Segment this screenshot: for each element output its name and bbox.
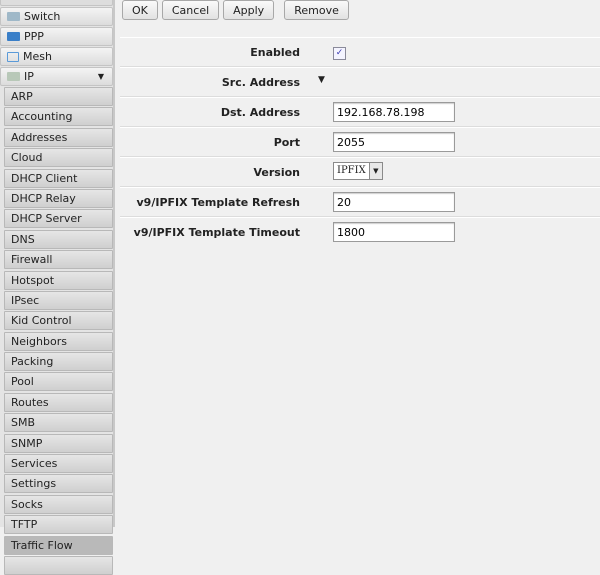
dropdown-arrow-icon[interactable]: ▼ bbox=[368, 163, 382, 179]
mesh-icon bbox=[7, 51, 19, 62]
src-address-row: Src. Address ▼ bbox=[120, 67, 600, 97]
sidebar-subitem-hotspot[interactable]: Hotspot bbox=[4, 270, 113, 290]
template-timeout-input[interactable] bbox=[333, 222, 455, 242]
sidebar-subitem-addresses[interactable]: Addresses bbox=[4, 127, 113, 147]
sidebar-subitem-dhcp-client[interactable]: DHCP Client bbox=[4, 168, 113, 188]
sidebar-subitem-settings[interactable]: Settings bbox=[4, 474, 113, 494]
sidebar-subitem-traffic-flow[interactable]: Traffic Flow bbox=[4, 535, 113, 555]
ip-icon bbox=[7, 72, 20, 81]
sidebar-item-ppp[interactable]: PPP bbox=[0, 27, 113, 46]
cancel-button[interactable]: Cancel bbox=[161, 0, 220, 20]
port-label: Port bbox=[273, 136, 300, 149]
version-value: IPFIX bbox=[337, 165, 366, 176]
sidebar-subitem-services[interactable]: Services bbox=[4, 454, 113, 474]
sidebar-subitem-cloud[interactable]: Cloud bbox=[4, 148, 113, 168]
port-input[interactable] bbox=[333, 132, 455, 152]
sidebar-item-partial[interactable] bbox=[0, 0, 113, 6]
sidebar-subitem-partial[interactable] bbox=[4, 555, 113, 575]
dst-address-label: Dst. Address bbox=[220, 106, 300, 119]
sidebar-item-label: PPP bbox=[24, 30, 44, 43]
sidebar-subitem-firewall[interactable]: Firewall bbox=[4, 250, 113, 270]
sidebar-subitem-dhcp-relay[interactable]: DHCP Relay bbox=[4, 188, 113, 208]
sidebar-subitem-smb[interactable]: SMB bbox=[4, 413, 113, 433]
sidebar-item-label: Switch bbox=[24, 10, 61, 23]
remove-button[interactable]: Remove bbox=[284, 0, 349, 20]
enabled-row: Enabled ✓ bbox=[120, 37, 600, 67]
version-label: Version bbox=[253, 166, 300, 179]
dst-address-row: Dst. Address bbox=[120, 97, 600, 127]
ok-button[interactable]: OK bbox=[122, 0, 158, 20]
sidebar-item-mesh[interactable]: Mesh bbox=[0, 47, 113, 66]
ppp-icon bbox=[7, 32, 20, 41]
src-address-label: Src. Address bbox=[221, 76, 300, 89]
port-row: Port bbox=[120, 127, 600, 157]
sidebar-subitem-dhcp-server[interactable]: DHCP Server bbox=[4, 209, 113, 229]
sidebar-subitem-dns[interactable]: DNS bbox=[4, 229, 113, 249]
sidebar-subitem-packing[interactable]: Packing bbox=[4, 352, 113, 372]
sidebar-subitem-kid-control[interactable]: Kid Control bbox=[4, 311, 113, 331]
version-row: Version IPFIX ▼ bbox=[120, 157, 600, 187]
sidebar-item-switch[interactable]: Switch bbox=[0, 7, 113, 26]
apply-button[interactable]: Apply bbox=[223, 0, 275, 20]
expand-triangle-icon[interactable]: ▼ bbox=[318, 75, 325, 85]
traffic-flow-target-form: Enabled ✓ Src. Address ▼ Dst. Address Po… bbox=[120, 37, 600, 246]
expand-arrow-icon: ▼ bbox=[97, 72, 104, 81]
sidebar-subitem-ipsec[interactable]: IPsec bbox=[4, 290, 113, 310]
dst-address-input[interactable] bbox=[333, 102, 455, 122]
sidebar-item-ip[interactable]: IP ▼ bbox=[0, 67, 113, 86]
template-timeout-label: v9/IPFIX Template Timeout bbox=[133, 226, 300, 239]
sidebar-item-label: IP bbox=[24, 70, 34, 83]
switch-icon bbox=[7, 12, 20, 21]
sidebar-subitem-tftp[interactable]: TFTP bbox=[4, 515, 113, 535]
template-refresh-row: v9/IPFIX Template Refresh bbox=[120, 187, 600, 217]
sidebar: Switch PPP Mesh IP ▼ ARP Accounting Address… bbox=[0, 0, 115, 575]
version-select[interactable]: IPFIX ▼ bbox=[333, 162, 383, 180]
template-timeout-row: v9/IPFIX Template Timeout bbox=[120, 217, 600, 246]
template-refresh-label: v9/IPFIX Template Refresh bbox=[136, 196, 300, 209]
sidebar-subitem-neighbors[interactable]: Neighbors bbox=[4, 331, 113, 351]
toolbar: OK Cancel Apply Remove bbox=[122, 0, 349, 20]
sidebar-subitem-routes[interactable]: Routes bbox=[4, 392, 113, 412]
sidebar-subitem-snmp[interactable]: SNMP bbox=[4, 433, 113, 453]
sidebar-subitem-socks[interactable]: Socks bbox=[4, 494, 113, 514]
template-refresh-input[interactable] bbox=[333, 192, 455, 212]
enabled-label: Enabled bbox=[250, 46, 300, 59]
sidebar-subitem-arp[interactable]: ARP bbox=[4, 87, 113, 106]
enabled-checkbox[interactable]: ✓ bbox=[333, 47, 346, 60]
sidebar-item-label: Mesh bbox=[23, 50, 52, 63]
sidebar-subitem-pool[interactable]: Pool bbox=[4, 372, 113, 392]
sidebar-subitem-accounting[interactable]: Accounting bbox=[4, 107, 113, 127]
ip-submenu: ARP Accounting Addresses Cloud DHCP Client DH… bbox=[0, 87, 113, 575]
